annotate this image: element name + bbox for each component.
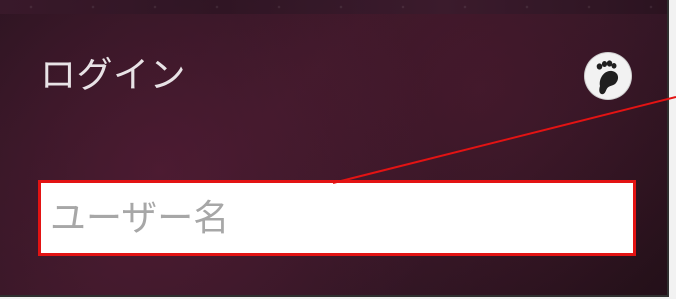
top-strip bbox=[0, 0, 667, 14]
screen: ログイン bbox=[0, 0, 676, 299]
gnome-foot-icon-svg bbox=[596, 60, 619, 95]
gnome-foot-icon bbox=[584, 52, 632, 100]
top-strip-dots bbox=[0, 5, 667, 9]
login-panel: ログイン bbox=[0, 0, 669, 297]
username-field-highlight bbox=[38, 180, 636, 256]
login-title: ログイン bbox=[40, 55, 187, 96]
username-input[interactable] bbox=[41, 183, 633, 253]
